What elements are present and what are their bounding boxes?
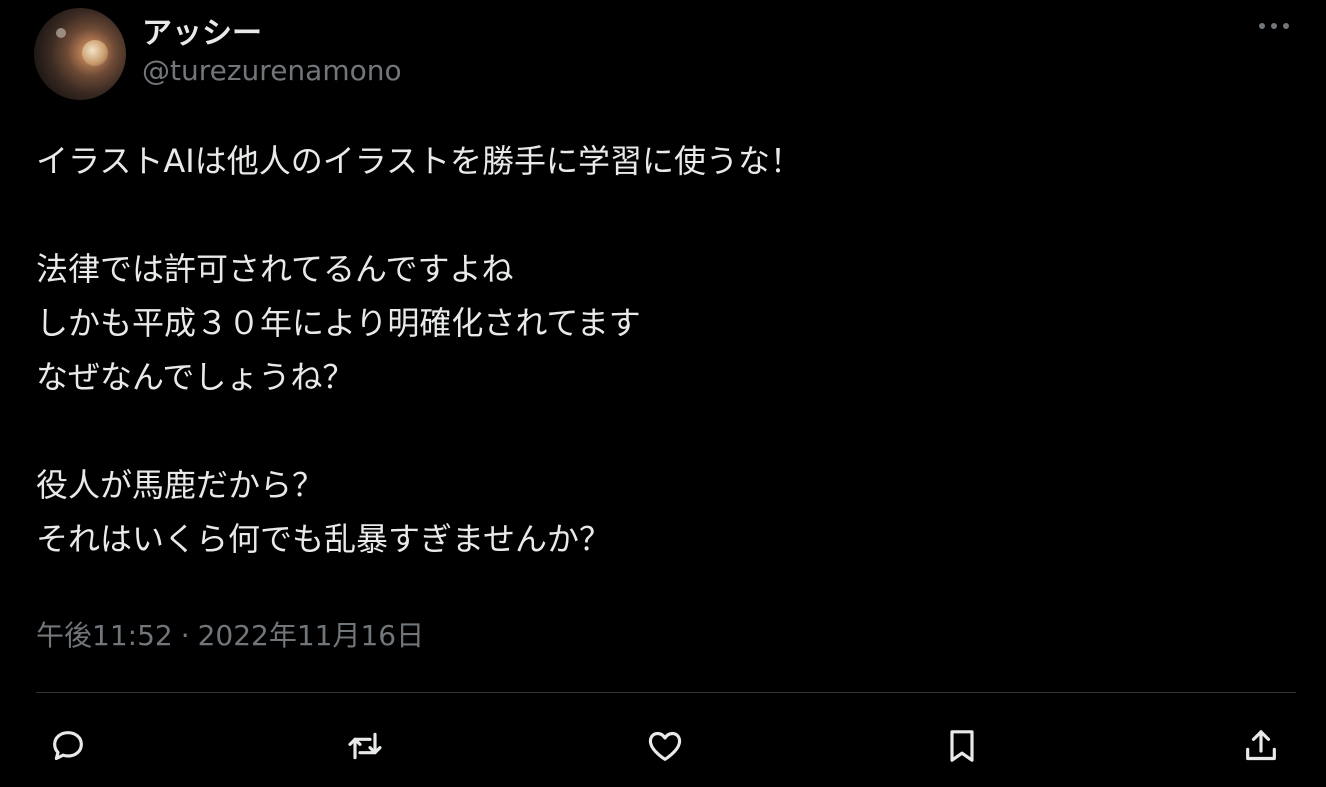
share-button[interactable] [1237, 722, 1285, 770]
tweet: アッシー @turezurenamono イラストAIは他人のイラストを勝手に学… [0, 0, 1326, 787]
tweet-text-line [36, 188, 1276, 242]
tweet-text-line: 役人が馬鹿だから？ [36, 466, 325, 504]
bookmark-button[interactable] [938, 722, 986, 770]
display-name[interactable]: アッシー [142, 8, 262, 52]
reply-icon [53, 731, 83, 761]
tweet-timestamp[interactable]: 午後11:52 · 2022年11月16日 [36, 614, 424, 654]
tweet-time: 午後11:52 [36, 619, 173, 652]
user-handle[interactable]: @turezurenamono [142, 54, 402, 87]
tweet-text-line: 法律では許可されてるんですよね [36, 250, 514, 288]
reply-button[interactable] [44, 722, 92, 770]
retweet-icon [348, 732, 382, 760]
tweet-text-line [36, 404, 1276, 458]
bookmark-icon [950, 730, 974, 762]
share-icon [1246, 730, 1276, 761]
tweet-text: イラストAIは他人のイラストを勝手に学習に使うな！ 法律では許可されてるんですよ… [36, 134, 1276, 566]
tweet-text-line: それはいくら何でも乱暴すぎませんか？ [36, 520, 612, 558]
divider [36, 692, 1296, 693]
tweet-date: 2022年11月16日 [197, 619, 425, 652]
avatar[interactable] [34, 8, 126, 100]
more-options-button[interactable] [1252, 6, 1296, 46]
tweet-text-line: イラストAIは他人のイラストを勝手に学習に使うな！ [36, 142, 803, 180]
tweet-text-line: しかも平成３０年により明確化されてます [36, 304, 641, 342]
retweet-button[interactable] [341, 722, 389, 770]
avatar-planet [82, 40, 108, 66]
more-horizontal-icon [1259, 23, 1289, 29]
heart-icon [648, 731, 682, 761]
tweet-text-line: なぜなんでしょうね？ [36, 358, 355, 396]
timestamp-separator: · [180, 619, 190, 652]
avatar-moon [56, 28, 66, 38]
like-button[interactable] [641, 722, 689, 770]
